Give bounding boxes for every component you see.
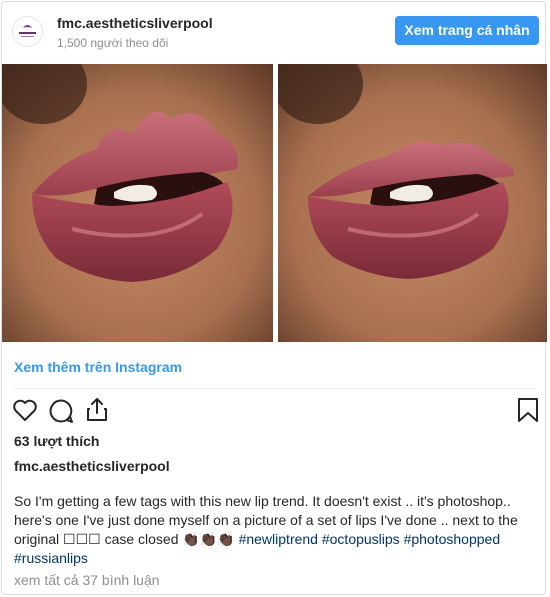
hashtag-link[interactable]: #octopuslips <box>322 531 400 547</box>
username[interactable]: fmc.aestheticsliverpool <box>57 15 213 31</box>
caption-username[interactable]: fmc.aestheticsliverpool <box>14 458 170 474</box>
follower-count: 1,500 người theo dõi <box>57 36 169 50</box>
divider <box>14 388 535 389</box>
hashtag-link[interactable]: #newliptrend <box>239 531 318 547</box>
hashtag-link[interactable]: #photoshopped <box>404 531 501 547</box>
view-profile-button[interactable]: Xem trang cá nhân <box>395 16 539 45</box>
share-icon[interactable] <box>84 396 110 422</box>
post-media[interactable] <box>2 64 547 342</box>
comment-icon[interactable] <box>48 398 74 424</box>
hashtag-link[interactable]: #russianlips <box>14 550 88 566</box>
view-more-on-instagram-link[interactable]: Xem thêm trên Instagram <box>14 359 182 375</box>
avatar[interactable] <box>12 16 43 47</box>
heart-icon[interactable] <box>12 398 38 422</box>
post-card: fmc.aestheticsliverpool 1,500 người theo… <box>1 1 547 595</box>
like-count[interactable]: 63 lượt thích <box>14 433 99 449</box>
caption-text: So I'm getting a few tags with this new … <box>14 492 539 568</box>
bookmark-icon[interactable] <box>516 397 540 423</box>
view-all-comments-link[interactable]: xem tất cả 37 bình luận <box>14 572 160 588</box>
lips-photo-original <box>278 64 547 342</box>
lips-photo-edited <box>2 64 273 342</box>
post-header: fmc.aestheticsliverpool 1,500 người theo… <box>2 2 547 58</box>
